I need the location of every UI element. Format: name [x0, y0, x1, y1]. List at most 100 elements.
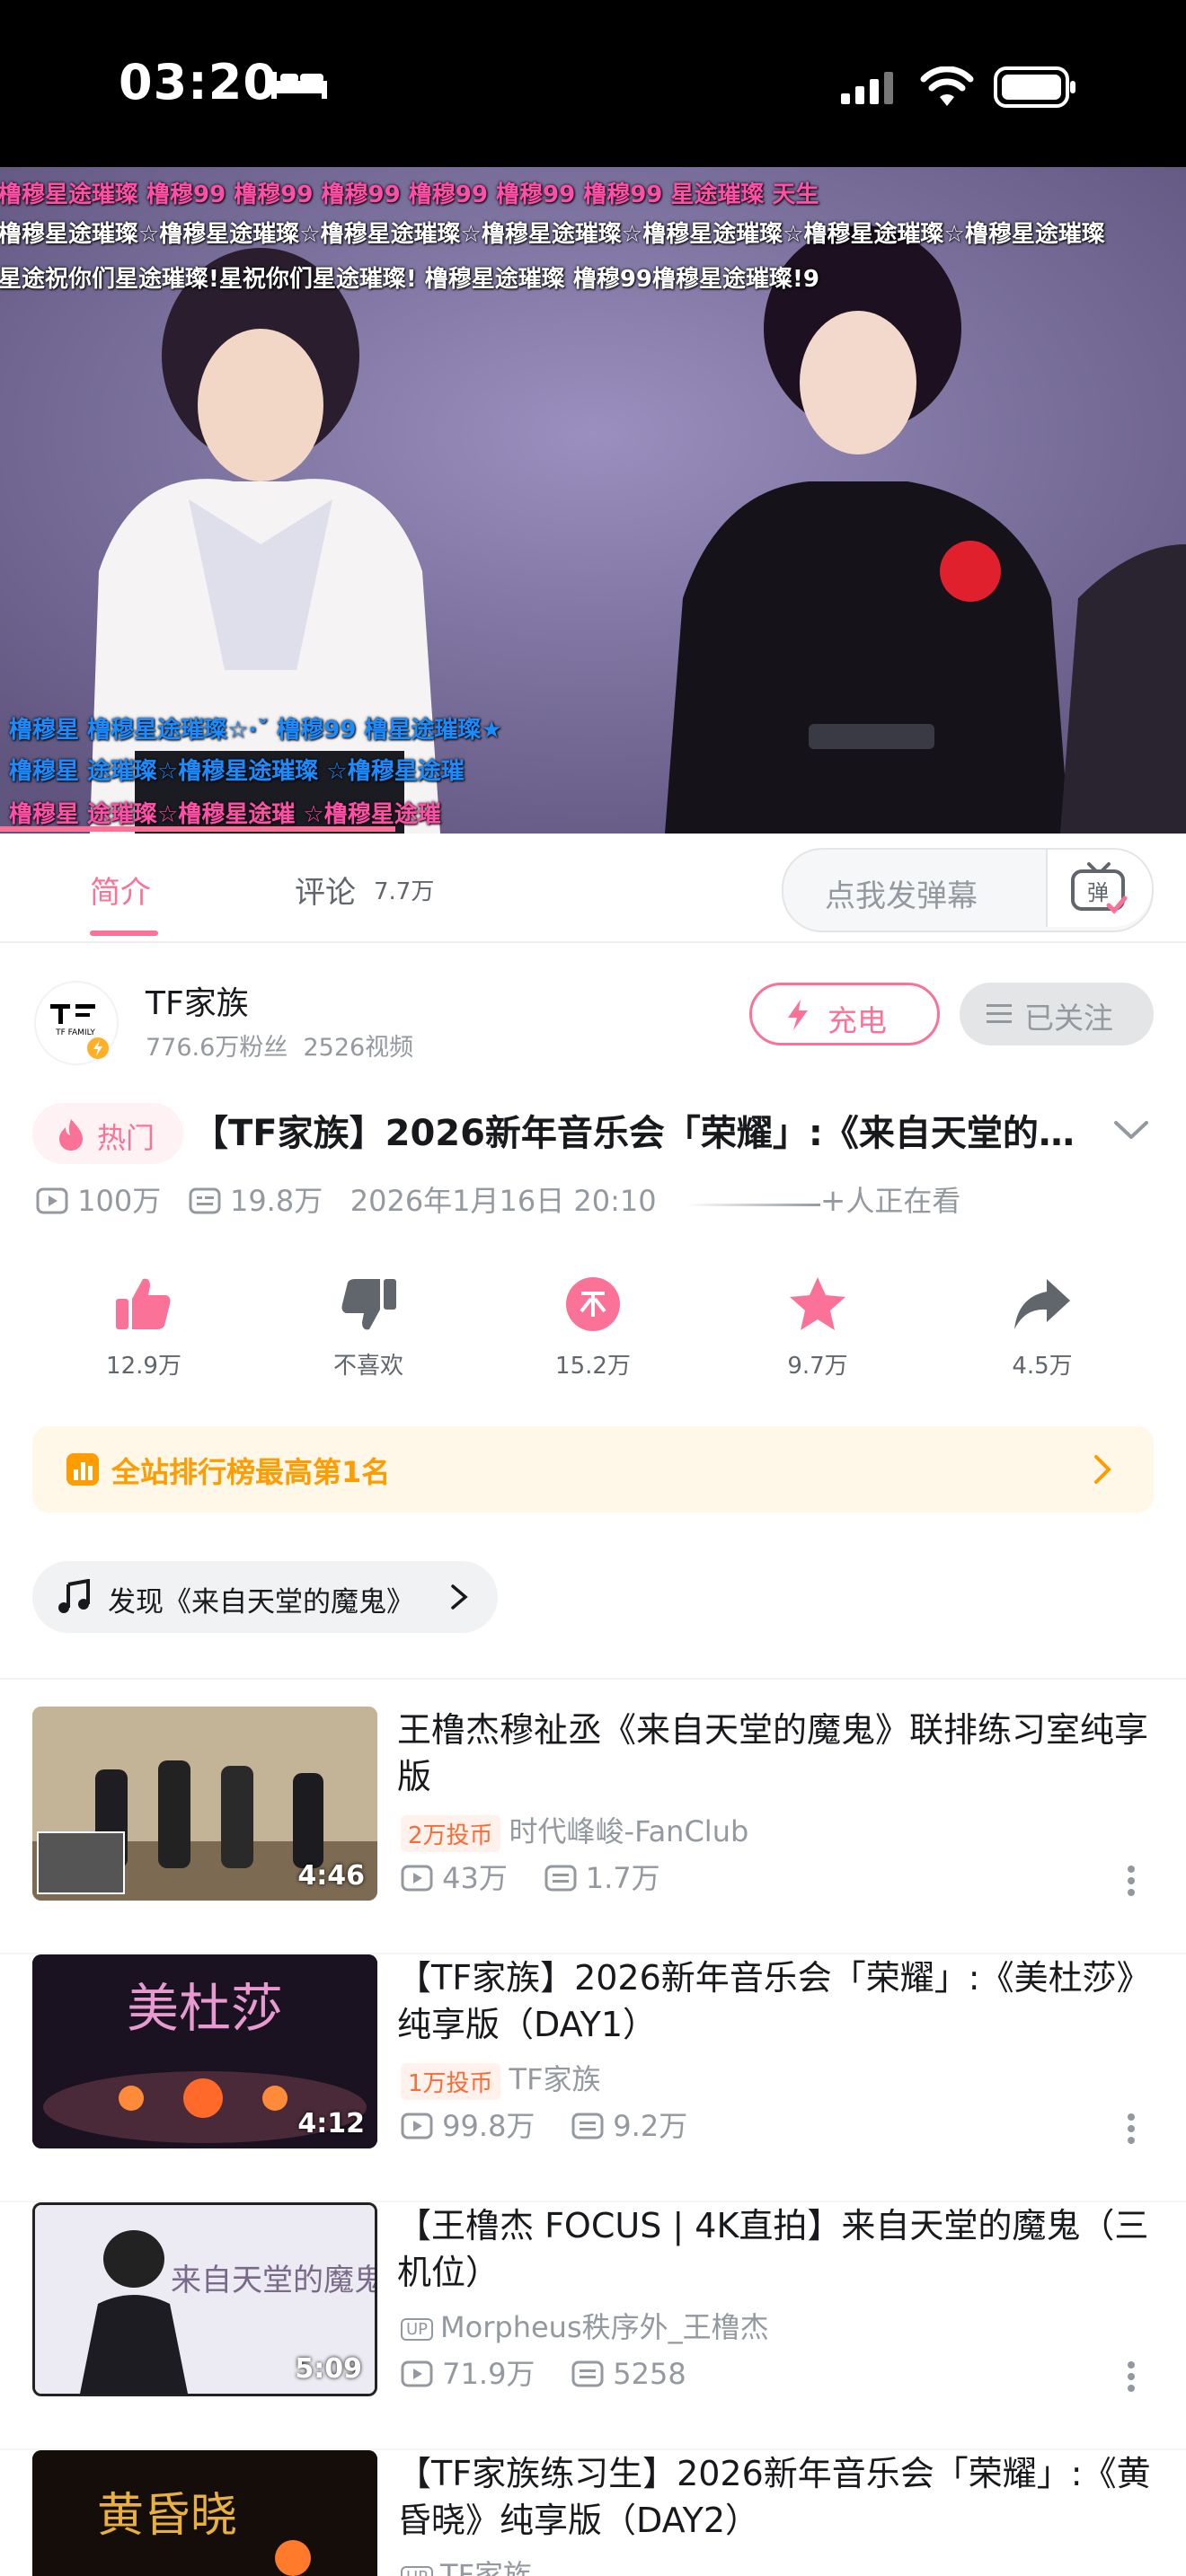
- view-count: 71.9万: [442, 2357, 535, 2391]
- up-label-icon: UP: [401, 2317, 434, 2341]
- thumbs-up-icon: [116, 1278, 171, 1329]
- chevron-right-icon: [451, 1584, 468, 1610]
- video-thumbnail[interactable]: 来自天堂的魔鬼 5:09: [32, 2202, 377, 2396]
- coin-icon: [566, 1277, 620, 1331]
- recommended-video[interactable]: 4:46 王橹杰穆祉丞《来自天堂的魔鬼》联排练习室纯享版 2万投币 时代峰峻-Fa…: [0, 1707, 1186, 1954]
- comment-count: 7.7万: [374, 878, 435, 905]
- watching-fade-line: [685, 1204, 820, 1206]
- chevron-down-icon[interactable]: [1112, 1117, 1150, 1144]
- publish-date: 2026年1月16日 20:10: [350, 1184, 657, 1218]
- thumbs-down-icon: [341, 1279, 396, 1330]
- cellular-signal-icon: [841, 72, 893, 104]
- danmaku-comment: 星途祝你们星途璀璨!星祝你们星途璀璨! 橹穆星途璀璨 橹穆99橹穆星途璀璨!9: [0, 266, 819, 293]
- dislike-button[interactable]: 不喜欢: [296, 1275, 440, 1381]
- danmaku-comment: 橹穆星 途璀璨☆橹穆星途璀 ☆橹穆星途璀: [9, 801, 441, 828]
- video-title[interactable]: 【TF家族】2026新年音乐会「荣耀」:《美杜莎》纯享版（DAY1）: [397, 1954, 1161, 2048]
- star-icon: [790, 1277, 845, 1330]
- recommended-video[interactable]: 黄昏晓 【TF家族练习生】2026新年音乐会「荣耀」:《黄昏晓》纯享版（DAY2…: [0, 2450, 1186, 2576]
- play-count-icon: [401, 2360, 433, 2387]
- video-uploader-row: UP TF家族: [401, 2553, 532, 2576]
- view-count: 100万: [77, 1184, 162, 1218]
- more-options-icon[interactable]: [1125, 1865, 1137, 1897]
- like-count: 12.9万: [106, 1353, 181, 1380]
- danmaku-comment: 橹穆星途璀璨 橹穆99 橹穆99 橹穆99 橹穆99 橹穆99 橹穆99 星途璀…: [0, 181, 819, 208]
- danmaku-toggle-button[interactable]: 弹: [1046, 850, 1152, 927]
- video-title[interactable]: 【王橹杰 FOCUS | 4K直拍】来自天堂的魔鬼（三机位）: [397, 2202, 1161, 2296]
- tab-intro[interactable]: 简介: [90, 868, 151, 912]
- video-title[interactable]: 王橹杰穆祉丞《来自天堂的魔鬼》联排练习室纯享版: [397, 1707, 1161, 1800]
- play-count-icon: [401, 2113, 433, 2139]
- music-note-icon: [58, 1579, 90, 1613]
- share-button[interactable]: 4.5万: [970, 1275, 1114, 1381]
- thumbnail-title-text: 美杜莎: [127, 1978, 283, 2039]
- video-meta: 100万 19.8万 2026年1月16日 20:10 +人正在看: [36, 1178, 960, 1220]
- lightning-icon: [788, 1000, 808, 1030]
- hot-label: 热门: [97, 1121, 155, 1155]
- video-duration: 5:09: [295, 2353, 362, 2385]
- status-time: 03:20: [119, 54, 278, 110]
- danmaku-count: 9.2万: [613, 2109, 688, 2143]
- uploader-video-count: 2526视频: [303, 1034, 414, 1062]
- thumbnail-title-text: 黄昏晓: [97, 2489, 237, 2543]
- uploader-avatar[interactable]: TF FAMILY: [34, 981, 119, 1065]
- more-options-icon[interactable]: [1125, 2360, 1137, 2393]
- coin-badge: 2万投币: [401, 1814, 500, 1852]
- verified-badge-icon: [85, 1036, 111, 1061]
- coin-button[interactable]: 15.2万: [521, 1275, 665, 1381]
- video-uploader: Morpheus秩序外_王橹杰: [440, 2310, 769, 2344]
- video-thumbnail[interactable]: 美杜莎 4:12: [32, 1954, 377, 2148]
- ranking-text[interactable]: 全站排行榜最高第1名: [111, 1450, 390, 1491]
- danmaku-input-placeholder[interactable]: 点我发弹幕: [825, 871, 978, 915]
- bar-chart-icon: [66, 1453, 99, 1486]
- view-count: 43万: [442, 1861, 508, 1895]
- like-button[interactable]: 12.9万: [72, 1275, 216, 1381]
- video-title[interactable]: 【TF家族练习生】2026新年音乐会「荣耀」:《黄昏晓》纯享版（DAY2）: [397, 2450, 1161, 2544]
- recommended-video[interactable]: 美杜莎 4:12 【TF家族】2026新年音乐会「荣耀」:《美杜莎》纯享版（DA…: [0, 1954, 1186, 2202]
- charge-label: 充电: [828, 1003, 887, 1038]
- danmaku-icon-label: 弹: [1087, 880, 1109, 905]
- tab-comments[interactable]: 评论: [295, 868, 356, 912]
- playback-progress-bar[interactable]: [0, 826, 395, 832]
- video-thumbnail[interactable]: 黄昏晓: [32, 2450, 377, 2576]
- uploader-name[interactable]: TF家族: [146, 977, 249, 1024]
- danmaku-count-icon: [571, 2360, 604, 2387]
- battery-icon: [994, 66, 1075, 108]
- status-bar: 03:20: [0, 0, 1186, 167]
- video-uploader: TF家族: [509, 2062, 601, 2096]
- danmaku-count-icon: [189, 1187, 221, 1214]
- video-stats: 71.9万 5258: [401, 2351, 686, 2393]
- video-duration: 4:46: [297, 1860, 365, 1892]
- follow-label: 已关注: [1024, 1001, 1113, 1036]
- video-thumbnail[interactable]: 4:46: [32, 1707, 377, 1901]
- bed-icon: [271, 72, 327, 99]
- thumbnail-title-text: 来自天堂的魔鬼: [171, 2263, 375, 2298]
- menu-lines-icon: [987, 1004, 1012, 1023]
- video-duration: 4:12: [297, 2108, 365, 2139]
- hot-badge: 热门: [32, 1103, 183, 1164]
- dislike-label: 不喜欢: [332, 1353, 403, 1380]
- danmaku-count-icon: [571, 2113, 604, 2139]
- video-player[interactable]: 橹穆星途璀璨 橹穆99 橹穆99 橹穆99 橹穆99 橹穆99 橹穆99 星途璀…: [0, 167, 1186, 834]
- danmaku-count-icon: [544, 1865, 577, 1892]
- favorite-button[interactable]: 9.7万: [746, 1275, 890, 1381]
- more-options-icon[interactable]: [1125, 2113, 1137, 2145]
- music-discovery-text[interactable]: 发现《来自天堂的魔鬼》: [108, 1579, 414, 1619]
- coin-count: 15.2万: [555, 1353, 631, 1380]
- following-button[interactable]: 已关注: [960, 983, 1154, 1045]
- recommended-video[interactable]: 来自天堂的魔鬼 5:09 【王橹杰 FOCUS | 4K直拍】来自天堂的魔鬼（三…: [0, 2202, 1186, 2450]
- up-label-icon: UP: [401, 2565, 434, 2576]
- video-uploader-row: UP Morpheus秩序外_王橹杰: [401, 2305, 769, 2346]
- video-title[interactable]: 【TF家族】2026新年音乐会「荣耀」:《来自天堂的魔鬼》: [192, 1103, 1091, 1164]
- danmaku-comment: 橹穆星 途璀璨☆橹穆星途璀璨 ☆橹穆星途璀: [9, 758, 465, 785]
- coin-badge: 1万投币: [401, 2062, 500, 2100]
- wifi-icon: [920, 66, 974, 106]
- chevron-right-icon: [1094, 1455, 1111, 1484]
- danmaku-tv-icon: 弹: [1071, 862, 1128, 914]
- thumbnail-image: 黄昏晓: [32, 2450, 377, 2576]
- danmaku-count: 19.8万: [229, 1184, 323, 1218]
- danmaku-count: 1.7万: [585, 1861, 660, 1895]
- video-uploader: TF家族: [440, 2558, 532, 2576]
- charge-button[interactable]: 充电: [749, 983, 940, 1045]
- video-uploader-row: 2万投币 时代峰峻-FanClub: [401, 1809, 748, 1852]
- flame-icon: [59, 1119, 83, 1151]
